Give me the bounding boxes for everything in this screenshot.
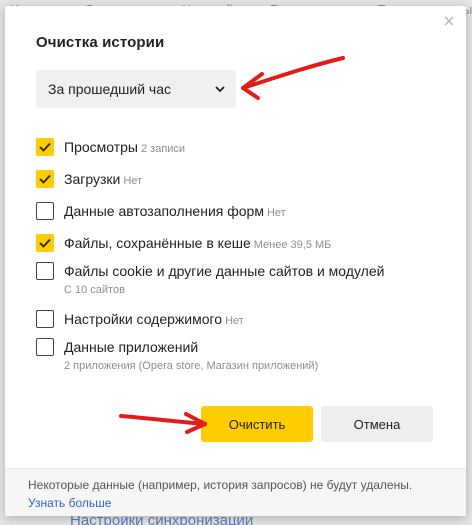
learn-more-link[interactable]: Узнать больше xyxy=(28,495,111,512)
option-cookies[interactable]: Файлы cookie и другие данные сайтов и мо… xyxy=(36,261,384,298)
option-label: Просмотры xyxy=(64,139,138,155)
option-label: Файлы, сохранённые в кеше xyxy=(64,235,251,251)
option-label: Загрузки xyxy=(64,171,121,187)
option-autofill[interactable]: Данные автозаполнения форм Нет xyxy=(36,201,286,223)
option-detail: С 10 сайтов xyxy=(64,284,125,296)
checkbox-downloads[interactable] xyxy=(36,170,54,188)
chevron-down-icon xyxy=(214,83,226,95)
option-views[interactable]: Просмотры 2 записи xyxy=(36,137,185,159)
option-label: Данные автозаполнения форм xyxy=(64,203,264,219)
footer-note: Некоторые данные (например, история запр… xyxy=(28,478,413,492)
close-button[interactable] xyxy=(440,12,458,30)
option-content-settings[interactable]: Настройки содержимого Нет xyxy=(36,309,244,331)
option-label: Файлы cookie и другие данные сайтов и мо… xyxy=(64,263,385,279)
option-detail: 2 приложения (Opera store, Магазин прило… xyxy=(64,360,319,372)
option-detail: Нет xyxy=(225,315,244,327)
cancel-button[interactable]: Отмена xyxy=(321,406,433,442)
option-downloads[interactable]: Загрузки Нет xyxy=(36,169,142,191)
checkbox-cookies[interactable] xyxy=(36,262,54,280)
checkmark-icon xyxy=(39,174,51,184)
period-select-value: За прошедший час xyxy=(48,81,172,97)
option-label: Настройки содержимого xyxy=(64,311,223,327)
option-detail: Нет xyxy=(123,175,143,187)
option-detail: Менее 39,5 МБ xyxy=(253,239,332,251)
checkmark-icon xyxy=(39,142,51,152)
option-cache[interactable]: Файлы, сохранённые в кеше Менее 39,5 МБ xyxy=(36,233,331,255)
option-label: Данные приложений xyxy=(64,339,199,355)
checkmark-icon xyxy=(39,238,51,248)
period-select[interactable]: За прошедший час xyxy=(36,70,236,108)
option-detail: 2 записи xyxy=(141,143,186,155)
option-detail: Нет xyxy=(266,207,286,219)
checkbox-app-data[interactable] xyxy=(36,338,54,356)
checkbox-cache[interactable] xyxy=(36,234,54,252)
checkbox-content-settings[interactable] xyxy=(36,310,54,328)
dialog-footer: Некоторые данные (например, история запр… xyxy=(5,468,466,516)
checkbox-views[interactable] xyxy=(36,138,54,156)
option-app-data[interactable]: Данные приложений 2 приложения (Opera st… xyxy=(36,337,318,374)
dialog-title: Очистка истории xyxy=(36,34,165,51)
clear-history-dialog: Очистка истории За прошедший час Просмот… xyxy=(5,6,466,516)
checkbox-autofill[interactable] xyxy=(36,202,54,220)
close-icon xyxy=(444,16,454,26)
clear-button[interactable]: Очистить xyxy=(201,406,313,442)
